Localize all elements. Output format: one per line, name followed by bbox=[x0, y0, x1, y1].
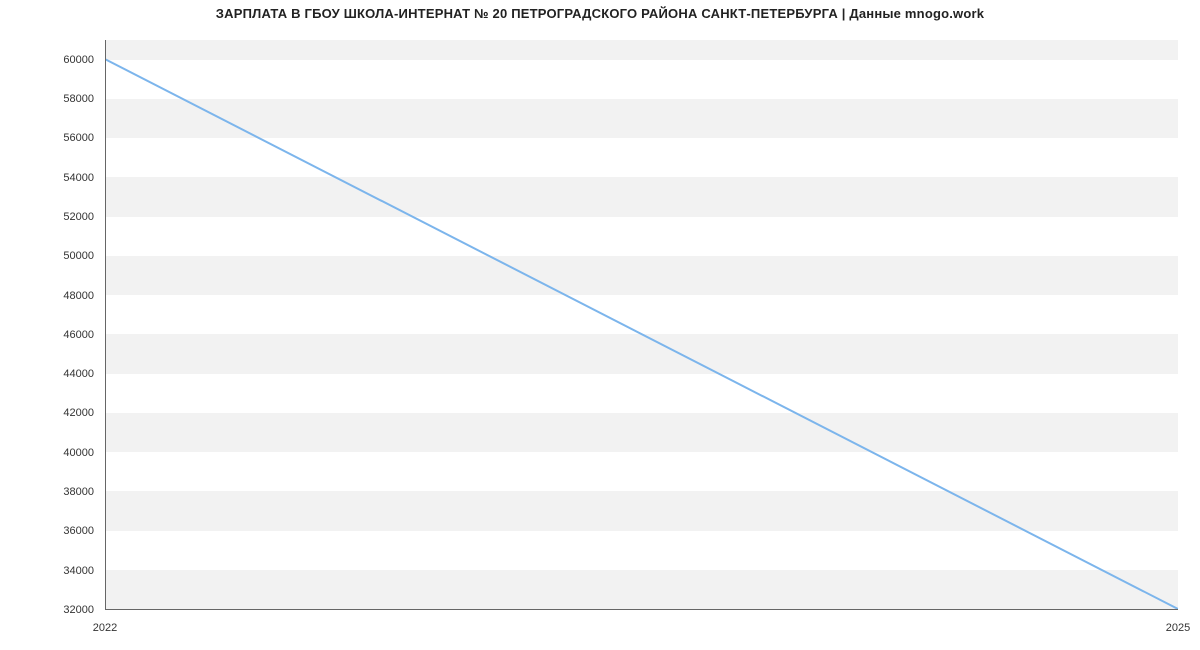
x-tick-label: 2022 bbox=[93, 622, 117, 634]
y-tick-label: 36000 bbox=[63, 525, 94, 537]
chart-title: ЗАРПЛАТА В ГБОУ ШКОЛА-ИНТЕРНАТ № 20 ПЕТР… bbox=[0, 6, 1200, 21]
y-tick-label: 46000 bbox=[63, 329, 94, 341]
grid-band bbox=[106, 177, 1178, 216]
chart-container: ЗАРПЛАТА В ГБОУ ШКОЛА-ИНТЕРНАТ № 20 ПЕТР… bbox=[0, 0, 1200, 650]
y-tick-label: 52000 bbox=[63, 211, 94, 223]
grid-band bbox=[106, 40, 1178, 60]
y-tick-label: 48000 bbox=[63, 290, 94, 302]
grid-band bbox=[106, 570, 1178, 609]
y-tick-label: 54000 bbox=[63, 172, 94, 184]
x-axis-ticks: 20222025 bbox=[105, 616, 1178, 650]
x-tick-label: 2025 bbox=[1166, 622, 1190, 634]
grid-band bbox=[106, 334, 1178, 373]
y-tick-label: 40000 bbox=[63, 447, 94, 459]
plot-area bbox=[105, 40, 1178, 610]
y-tick-label: 58000 bbox=[63, 93, 94, 105]
y-tick-label: 38000 bbox=[63, 486, 94, 498]
grid-band bbox=[106, 99, 1178, 138]
y-tick-label: 32000 bbox=[63, 604, 94, 616]
y-axis-ticks: 3200034000360003800040000420004400046000… bbox=[0, 40, 100, 610]
grid-band bbox=[106, 413, 1178, 452]
grid-band bbox=[106, 256, 1178, 295]
grid-band bbox=[106, 491, 1178, 530]
y-tick-label: 42000 bbox=[63, 407, 94, 419]
y-tick-label: 44000 bbox=[63, 368, 94, 380]
y-tick-label: 34000 bbox=[63, 565, 94, 577]
y-tick-label: 56000 bbox=[63, 132, 94, 144]
y-tick-label: 50000 bbox=[63, 250, 94, 262]
y-tick-label: 60000 bbox=[63, 54, 94, 66]
